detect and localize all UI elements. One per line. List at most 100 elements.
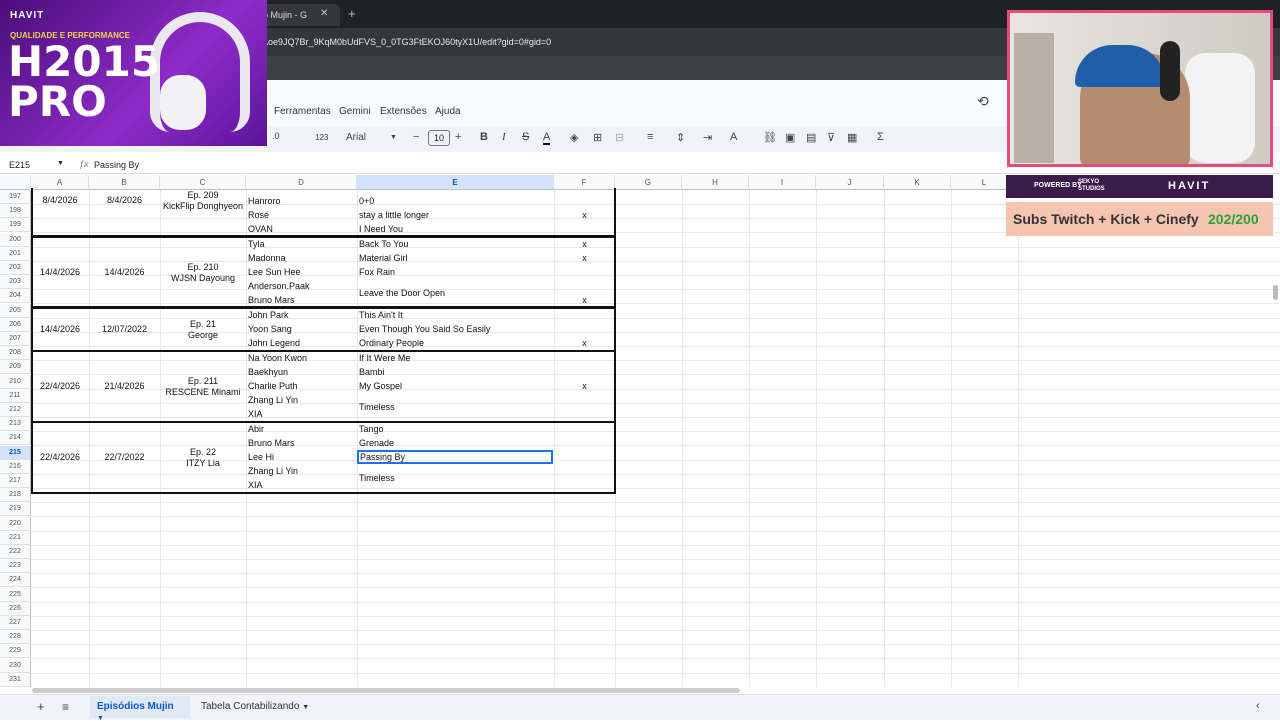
decrease-decimal-button[interactable]: .0 <box>272 131 280 141</box>
row-header[interactable]: 208 <box>0 346 31 360</box>
cell-song[interactable]: Tango <box>359 424 384 435</box>
insert-link-icon[interactable]: ⛓ <box>763 131 777 144</box>
row-header[interactable]: 213 <box>0 417 31 431</box>
menu-extensoes[interactable]: Extensões <box>380 106 427 117</box>
cell-guest[interactable]: ITZY Lia <box>160 458 246 469</box>
row-header[interactable]: 230 <box>0 659 31 673</box>
chevron-down-icon[interactable]: ▼ <box>390 134 397 141</box>
cell-mark[interactable]: x <box>554 210 615 221</box>
cell-mark[interactable]: x <box>554 381 615 392</box>
cell-song[interactable]: If It Were Me <box>359 353 410 364</box>
cell-artist[interactable]: Rosé <box>248 210 269 221</box>
row-header[interactable]: 227 <box>0 616 31 630</box>
cell-artist[interactable]: OVAN <box>248 224 273 235</box>
row-header[interactable]: 229 <box>0 644 31 658</box>
bold-icon[interactable]: B <box>480 131 488 143</box>
version-history-icon[interactable]: ⟲ <box>977 93 993 109</box>
cell-mark[interactable]: x <box>554 295 615 306</box>
italic-icon[interactable]: I <box>502 131 506 143</box>
cell-song[interactable]: stay a little longer <box>359 210 429 221</box>
cell-song[interactable]: Timeless <box>359 402 395 413</box>
cell-artist[interactable]: Yoon Sang <box>248 324 292 335</box>
menu-ajuda[interactable]: Ajuda <box>435 106 461 117</box>
row-header[interactable]: 216 <box>0 460 31 474</box>
cell-date-a[interactable]: 8/4/2026 <box>31 195 89 206</box>
spreadsheet-grid[interactable]: A B C D E F G H I J K L 1971981992002012… <box>0 175 1280 687</box>
cell-artist[interactable]: Hanroro <box>248 196 281 207</box>
cell-artist[interactable]: Tyla <box>248 239 265 250</box>
cell-song[interactable]: Bambi <box>359 367 385 378</box>
strikethrough-icon[interactable]: S <box>522 131 529 143</box>
cell-artist[interactable]: Bruno Mars <box>248 295 295 306</box>
row-header[interactable]: 198 <box>0 204 31 218</box>
cell-date-a[interactable]: 22/4/2026 <box>31 452 89 463</box>
cell-date-b[interactable]: 14/4/2026 <box>89 267 160 278</box>
cell-artist[interactable]: Lee Hi <box>248 452 274 463</box>
cell-date-a[interactable]: 14/4/2026 <box>31 267 89 278</box>
cell-artist[interactable]: Baekhyun <box>248 367 288 378</box>
row-header[interactable]: 214 <box>0 431 31 445</box>
row-header[interactable]: 207 <box>0 332 31 346</box>
row-header[interactable]: 210 <box>0 375 31 389</box>
borders-icon[interactable]: ⊞ <box>593 131 602 144</box>
cell-episode[interactable]: Ep. 209 <box>160 190 246 201</box>
chevron-down-icon[interactable]: ▼ <box>97 715 104 722</box>
cell-song[interactable]: Grenade <box>359 438 394 449</box>
cell-guest[interactable]: George <box>160 330 246 341</box>
chevron-down-icon[interactable]: ▼ <box>302 704 309 711</box>
insert-comment-icon[interactable]: ▣ <box>785 131 795 144</box>
text-rotation-icon[interactable]: A <box>730 131 737 143</box>
add-sheet-icon[interactable]: + <box>37 699 45 714</box>
row-header[interactable]: 226 <box>0 602 31 616</box>
cell-song[interactable]: This Ain't It <box>359 310 403 321</box>
sheet-tab[interactable]: Tabela Contabilizando ▼ <box>201 701 309 712</box>
menu-ferramentas[interactable]: Ferramentas <box>274 106 331 117</box>
cell-mark[interactable]: x <box>554 239 615 250</box>
cell-episode[interactable]: Ep. 22 <box>160 447 246 458</box>
column-header-i[interactable]: I <box>749 175 816 190</box>
filter-icon[interactable]: ⊽ <box>827 131 835 144</box>
row-header[interactable]: 219 <box>0 502 31 516</box>
column-header-h[interactable]: H <box>682 175 749 190</box>
row-header[interactable]: 202 <box>0 261 31 275</box>
cell-song[interactable]: Fox Rain <box>359 267 395 278</box>
text-wrap-icon[interactable]: ⇥ <box>703 131 712 144</box>
row-header[interactable]: 201 <box>0 247 31 261</box>
cell-date-b[interactable]: 21/4/2026 <box>89 381 160 392</box>
cell-artist[interactable]: John Park <box>248 310 289 321</box>
row-header[interactable]: 203 <box>0 275 31 289</box>
cell-artist[interactable]: Madonna <box>248 253 286 264</box>
url-text[interactable]: Aoe9JQ7Br_9KqM0bUdFVS_0_0TG3FtEKOJ60tyX1… <box>262 37 551 47</box>
chevron-left-icon[interactable]: ‹ <box>1256 700 1260 712</box>
horizontal-scrollbar[interactable] <box>32 688 740 693</box>
row-header[interactable]: 215 <box>0 446 31 460</box>
row-header[interactable]: 206 <box>0 318 31 332</box>
column-header-j[interactable]: J <box>816 175 884 190</box>
cell-song[interactable]: Back To You <box>359 239 408 250</box>
decrease-font-button[interactable]: − <box>413 131 419 143</box>
cell-date-a[interactable]: 14/4/2026 <box>31 324 89 335</box>
font-select[interactable]: Arial <box>346 132 366 143</box>
row-header[interactable]: 221 <box>0 531 31 545</box>
row-header[interactable]: 222 <box>0 545 31 559</box>
cell-artist[interactable]: John Legend <box>248 338 300 349</box>
row-header[interactable]: 212 <box>0 403 31 417</box>
close-tab-icon[interactable]: ✕ <box>320 8 328 19</box>
cell-artist[interactable]: Charlie Puth <box>248 381 298 392</box>
font-size-input[interactable]: 10 <box>428 130 450 146</box>
column-header-k[interactable]: K <box>884 175 951 190</box>
cell-date-b[interactable]: 8/4/2026 <box>89 195 160 206</box>
cell-song[interactable]: Material Girl <box>359 253 408 264</box>
insert-chart-icon[interactable]: ▤ <box>806 131 816 144</box>
cell-guest[interactable]: WJSN Dayoung <box>160 273 246 284</box>
cell-artist[interactable]: Abir <box>248 424 264 435</box>
cell-artist[interactable]: Zhang Li Yin <box>248 395 298 406</box>
row-header[interactable]: 228 <box>0 630 31 644</box>
cell-song[interactable]: My Gospel <box>359 381 402 392</box>
row-header[interactable]: 225 <box>0 588 31 602</box>
row-header[interactable]: 209 <box>0 360 31 374</box>
increase-font-button[interactable]: + <box>455 131 461 143</box>
cell-song[interactable]: Ordinary People <box>359 338 424 349</box>
formula-input[interactable]: Passing By <box>94 160 139 170</box>
cell-song[interactable]: Timeless <box>359 473 395 484</box>
